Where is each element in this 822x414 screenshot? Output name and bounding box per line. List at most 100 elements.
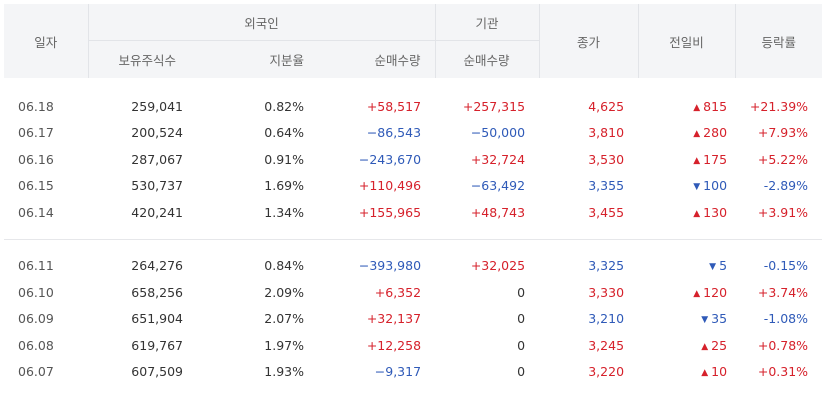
cell-inst-net: 0 (517, 364, 526, 380)
cell-rate: +21.39% (749, 98, 809, 114)
cell-change: ▲ 25 (638, 332, 735, 359)
cell-change: ▲ 10 (638, 359, 735, 386)
cell-change: ▲ 175 (638, 146, 735, 173)
table-row: 06.09 651,904 2.07% +32,137 0 3,210 ▼ 35 -1.08% (4, 306, 822, 333)
change-value: 10 (711, 364, 728, 380)
cell-rate: -0.15% (763, 258, 809, 274)
header-foreign-net: 순매수량 (318, 40, 436, 78)
header-inst-net: 순매수량 (434, 40, 540, 78)
group-divider (4, 226, 822, 253)
cell-change: ▲ 280 (638, 120, 735, 147)
table-header: 일자 외국인 기관 종가 전일비 등락률 보유주식수 지분율 순매수량 순매수량 (4, 4, 822, 78)
cell-inst-net: −50,000 (470, 125, 526, 141)
table-body: 06.18 259,041 0.82% +58,517 +257,315 4,625 ▲ 81… (4, 78, 822, 385)
cell-holdings: 651,904 (131, 311, 183, 327)
cell-holdings: 530,737 (131, 178, 183, 194)
header-change: 전일비 (637, 4, 736, 78)
cell-inst-net: −63,492 (470, 178, 526, 194)
cell-date: 06.07 (18, 364, 54, 380)
cell-share: 2.07% (264, 311, 304, 327)
cell-share: 1.93% (264, 364, 304, 380)
cell-close: 3,530 (588, 151, 625, 167)
triangle-up-icon: ▲ (693, 129, 701, 140)
cell-close: 3,210 (588, 311, 625, 327)
cell-date: 06.15 (18, 178, 54, 194)
header-close: 종가 (538, 4, 639, 78)
cell-close: 3,455 (588, 204, 625, 220)
change-value: 280 (703, 125, 728, 141)
cell-change: ▼ 35 (638, 306, 735, 333)
cell-rate: +3.91% (757, 204, 809, 220)
change-value: 120 (703, 284, 728, 300)
change-value: 35 (711, 311, 728, 327)
cell-close: 3,355 (588, 178, 625, 194)
cell-foreign-net: −243,670 (358, 151, 422, 167)
table-row: 06.16 287,067 0.91% −243,670 +32,724 3,530 ▲ 17… (4, 146, 822, 173)
cell-inst-net: 0 (517, 284, 526, 300)
cell-foreign-net: −86,543 (366, 125, 422, 141)
cell-holdings: 200,524 (131, 125, 183, 141)
cell-close: 3,220 (588, 364, 625, 380)
cell-close: 3,325 (588, 258, 625, 274)
cell-date: 06.10 (18, 284, 54, 300)
triangle-up-icon: ▲ (701, 368, 709, 379)
cell-change: ▲ 815 (638, 93, 735, 120)
cell-close: 3,330 (588, 284, 625, 300)
cell-holdings: 420,241 (131, 204, 183, 220)
cell-date: 06.09 (18, 311, 54, 327)
triangle-down-icon: ▼ (693, 182, 701, 193)
header-institution: 기관 (434, 4, 540, 41)
cell-date: 06.17 (18, 125, 54, 141)
cell-holdings: 287,067 (131, 151, 183, 167)
triangle-up-icon: ▲ (693, 208, 701, 219)
table-row: 06.17 200,524 0.64% −86,543 −50,000 3,810 ▲ 280… (4, 120, 822, 147)
cell-share: 0.91% (264, 151, 304, 167)
triangle-up-icon: ▲ (693, 155, 701, 166)
cell-change: ▲ 120 (638, 279, 735, 306)
cell-share: 0.82% (264, 98, 304, 114)
cell-rate: +7.93% (757, 125, 809, 141)
change-value: 815 (703, 98, 728, 114)
triangle-up-icon: ▲ (701, 341, 709, 352)
cell-foreign-net: −9,317 (374, 364, 422, 380)
foreign-institution-trading-table: 일자 외국인 기관 종가 전일비 등락률 보유주식수 지분율 순매수량 순매수량… (4, 4, 822, 385)
header-date: 일자 (4, 4, 88, 78)
cell-change: ▼ 5 (638, 253, 735, 280)
cell-share: 2.09% (264, 284, 304, 300)
cell-inst-net: 0 (517, 337, 526, 353)
table-row: 06.18 259,041 0.82% +58,517 +257,315 4,625 ▲ 81… (4, 93, 822, 120)
cell-inst-net: +257,315 (462, 98, 526, 114)
cell-foreign-net: +155,965 (358, 204, 422, 220)
table-row: 06.07 607,509 1.93% −9,317 0 3,220 ▲ 10 +0.31% (4, 359, 822, 386)
cell-date: 06.18 (18, 98, 54, 114)
change-value: 130 (703, 204, 728, 220)
cell-date: 06.16 (18, 151, 54, 167)
cell-foreign-net: +32,137 (366, 311, 422, 327)
cell-rate: +0.78% (757, 337, 809, 353)
cell-holdings: 259,041 (131, 98, 183, 114)
cell-rate: -2.89% (763, 178, 809, 194)
header-share: 지분율 (197, 40, 318, 78)
header-rate: 등락률 (734, 4, 822, 78)
divider-line (4, 238, 822, 240)
header-holdings: 보유주식수 (87, 40, 197, 78)
cell-date: 06.08 (18, 337, 54, 353)
cell-share: 0.64% (264, 125, 304, 141)
cell-inst-net: +32,025 (470, 258, 526, 274)
table-row: 06.14 420,241 1.34% +155,965 +48,743 3,455 ▲ 13… (4, 199, 822, 226)
table-row: 06.08 619,767 1.97% +12,258 0 3,245 ▲ 25 +0.78% (4, 332, 822, 359)
cell-holdings: 607,509 (131, 364, 183, 380)
change-value: 5 (719, 258, 728, 274)
cell-foreign-net: +110,496 (358, 178, 422, 194)
cell-inst-net: 0 (517, 311, 526, 327)
cell-inst-net: +48,743 (470, 204, 526, 220)
cell-rate: -1.08% (763, 311, 809, 327)
cell-share: 1.34% (264, 204, 304, 220)
cell-foreign-net: +58,517 (366, 98, 422, 114)
cell-foreign-net: −393,980 (358, 258, 422, 274)
cell-foreign-net: +6,352 (374, 284, 422, 300)
cell-holdings: 264,276 (131, 258, 183, 274)
cell-close: 4,625 (588, 98, 625, 114)
cell-change: ▼ 100 (638, 173, 735, 200)
cell-inst-net: +32,724 (470, 151, 526, 167)
